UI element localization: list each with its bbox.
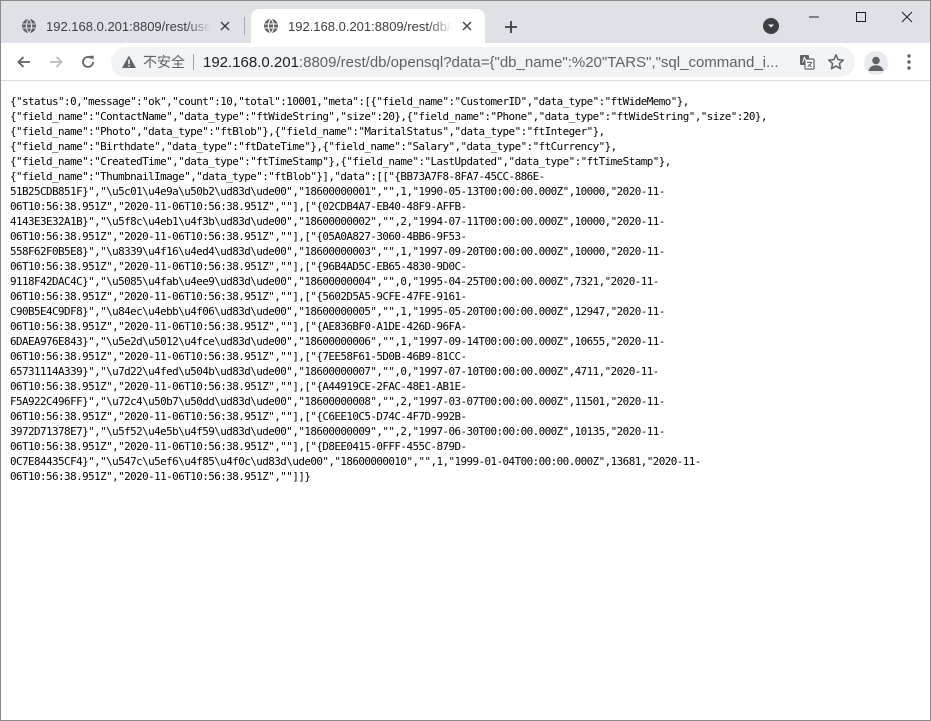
json-text-line: 06T10:56:38.951Z","2020-11-06T10:56:38.9… [10,200,467,213]
arrow-right-icon [50,56,63,68]
json-text-line: C90B5E4C9DF8}","\u84ec\u4ebb\u4f06\ud83d… [10,305,665,318]
chevron-down-icon [768,24,774,28]
json-text-line: 06T10:56:38.951Z","2020-11-06T10:56:38.9… [10,350,467,363]
url-rest: :8809/rest/db/opensql?data={"db_name":%2… [298,53,779,71]
minimize-icon [809,16,819,18]
browser-toolbar: 不安全 192.168.0.201:8809/rest/db/opensql?d… [1,43,930,81]
json-text-line: 06T10:56:38.951Z","2020-11-06T10:56:38.9… [10,380,467,393]
more-menu-button[interactable] [901,52,917,72]
json-response-text: {"status":0,"message":"ok","count":10,"t… [10,94,915,484]
json-text-line: 65731114A339}","\u7d22\u4fed\u504b\ud83d… [10,365,659,378]
warning-triangle-icon[interactable] [121,54,137,70]
reload-button[interactable] [74,48,102,76]
page-content: {"status":0,"message":"ok","count":10,"t… [1,82,930,720]
json-text-line: 06T10:56:38.951Z","2020-11-06T10:56:38.9… [10,440,467,453]
json-text-line: 0C7E84435CF4}","\u547c\u5ef6\u4f85\u4f0c… [10,455,701,468]
tab-separator [244,17,245,35]
reload-icon [82,55,94,68]
json-text-line: {"field_name":"ContactName","data_type":… [10,110,767,123]
avatar-icon [868,56,884,71]
globe-icon [22,18,36,34]
globe-icon [264,18,278,34]
address-divider [193,54,194,70]
new-tab-button[interactable] [500,16,522,38]
json-text-line: 9118F42DAC4C}","\u5085\u4fab\u4ee9\ud83d… [10,275,659,288]
tab-search-button[interactable] [763,18,779,34]
json-text-line: {"status":0,"message":"ok","count":10,"t… [10,95,689,108]
url-text[interactable]: 192.168.0.201:8809/rest/db/opensql?data=… [203,54,783,71]
json-text-line: 558F62F0B5E8}","\u8339\u4f16\u4ed4\ud83d… [10,245,665,258]
json-text-line: 06T10:56:38.951Z","2020-11-06T10:56:38.9… [10,470,311,483]
tab-title: 192.168.0.201:8809/rest/db/opensql?data= [288,18,453,34]
tab-strip: 192.168.0.201:8809/rest/user/login 192.1… [1,1,930,43]
json-text-line: 51B25CDB851F}","\u5c01\u4e9a\u50b2\ud83d… [10,185,665,198]
close-window-button[interactable] [884,1,930,33]
more-vertical-icon [907,54,911,70]
star-icon[interactable] [827,53,845,71]
json-text-line: 6DAEA976E843}","\u5e2d\u5012\u4fce\ud83d… [10,335,665,348]
maximize-icon [856,12,866,22]
close-icon[interactable] [459,18,475,34]
plus-icon [505,21,517,33]
arrow-left-icon [17,56,30,68]
json-text-line: {"field_name":"Birthdate","data_type":"f… [10,140,617,153]
json-text-line: {"field_name":"ThumbnailImage","data_typ… [10,170,545,183]
tab-opensql[interactable]: 192.168.0.201:8809/rest/db/opensql?data= [251,9,485,43]
close-icon [901,11,913,23]
tab-user-login[interactable]: 192.168.0.201:8809/rest/user/login [9,9,243,43]
maximize-button[interactable] [838,1,884,33]
json-text-line: 06T10:56:38.951Z","2020-11-06T10:56:38.9… [10,290,467,303]
back-button[interactable] [10,48,38,76]
minimize-button[interactable] [791,1,837,33]
json-text-line: 06T10:56:38.951Z","2020-11-06T10:56:38.9… [10,260,467,273]
json-text-line: {"field_name":"CreatedTime","data_type":… [10,155,671,168]
close-icon[interactable] [217,18,233,34]
json-text-line: 06T10:56:38.951Z","2020-11-06T10:56:38.9… [10,230,467,243]
profile-button[interactable] [864,51,888,75]
forward-button[interactable] [42,48,70,76]
json-text-line: {"field_name":"Photo","data_type":"ftBlo… [10,125,605,138]
browser-window: 192.168.0.201:8809/rest/user/login 192.1… [0,0,931,721]
json-text-line: 06T10:56:38.951Z","2020-11-06T10:56:38.9… [10,410,467,423]
json-text-line: 3972D71378E7}","\u5f52\u4e5b\u4f59\ud83d… [10,425,665,438]
translate-icon[interactable] [799,54,815,70]
json-text-line: 06T10:56:38.951Z","2020-11-06T10:56:38.9… [10,320,467,333]
json-text-line: 4143E3E32A1B}","\u5f8c\u4eb1\u4f3b\ud83d… [10,215,665,228]
address-bar[interactable]: 不安全 192.168.0.201:8809/rest/db/opensql?d… [111,47,855,77]
url-host: 192.168.0.201 [203,53,299,71]
tab-title: 192.168.0.201:8809/rest/user/login [46,18,211,34]
json-text-line: F5A922C496FF}","\u72c4\u50b7\u50dd\ud83d… [10,395,665,408]
security-label[interactable]: 不安全 [143,52,185,72]
